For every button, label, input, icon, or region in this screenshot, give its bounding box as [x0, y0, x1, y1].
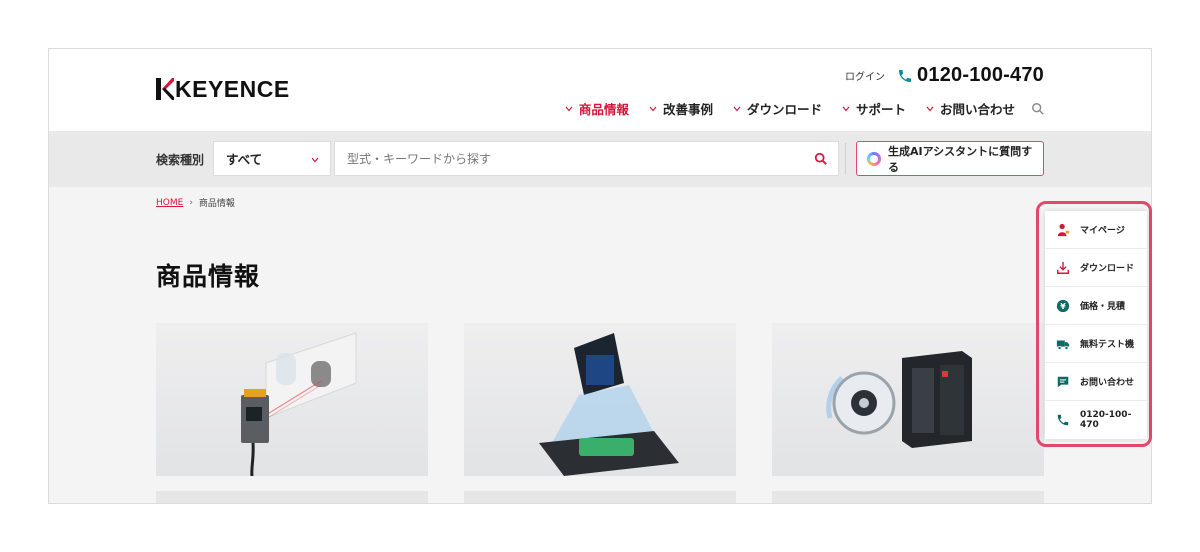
- breadcrumb-current: 商品情報: [198, 199, 235, 209]
- side-item-mypage[interactable]: マイページ: [1045, 211, 1147, 249]
- yen-icon: ¥: [1056, 299, 1070, 312]
- phone-icon: [899, 69, 912, 82]
- product-card-controller[interactable]: [772, 323, 1044, 476]
- side-item-price[interactable]: ¥ 価格・見積: [1045, 287, 1147, 325]
- chat-icon: [1057, 376, 1069, 387]
- logo-mark-icon: [156, 78, 174, 100]
- side-item-label: 0120-100-470: [1080, 410, 1132, 430]
- nav-item-label: 改善事例: [662, 102, 713, 117]
- phone-icon: [1057, 414, 1069, 426]
- chevron-down-icon: [842, 106, 850, 111]
- header-phone-number[interactable]: 0120-100-470: [917, 64, 1044, 87]
- chevron-down-icon: [565, 106, 573, 111]
- search-type-label: 検索種別: [156, 153, 205, 167]
- search-band: 検索種別 すべて 生成AIアシスタントに質問する: [49, 131, 1151, 187]
- truck-icon: [1056, 340, 1070, 350]
- nav-item-label: 商品情報: [578, 102, 629, 117]
- nav-item-download[interactable]: ダウンロード: [733, 99, 822, 118]
- page-title: 商品情報: [156, 262, 261, 291]
- product-card-sensor[interactable]: [156, 323, 428, 476]
- controller-image: [826, 351, 972, 448]
- chevron-down-icon: [649, 106, 657, 111]
- site-header: KEYENCE ログイン 0120-100-470 商品情報 改善事例 ダウンロ…: [49, 49, 1151, 131]
- nav-item-label: お問い合わせ: [939, 102, 1015, 117]
- breadcrumb: HOME › 商品情報: [156, 196, 235, 210]
- ai-assistant-button[interactable]: 生成AIアシスタントに質問する: [856, 141, 1044, 176]
- nav-item-label: サポート: [855, 102, 906, 117]
- search-field: [334, 141, 839, 176]
- nav-item-contact[interactable]: お問い合わせ: [926, 99, 1015, 118]
- side-quick-panel: マイページ ダウンロード ¥ 価格・見積 無料テスト機 お問い合わせ 0120-…: [1045, 211, 1147, 439]
- global-nav: 商品情報 改善事例 ダウンロード サポート お問い合わせ: [545, 99, 1045, 118]
- ai-assistant-label: 生成AIアシスタントに質問する: [887, 144, 1033, 174]
- side-item-label: ダウンロード: [1080, 264, 1135, 274]
- breadcrumb-home-link[interactable]: HOME: [156, 198, 183, 208]
- side-item-phone[interactable]: 0120-100-470: [1045, 401, 1147, 439]
- user-icon: [1057, 223, 1070, 236]
- header-topline: ログイン 0120-100-470: [845, 64, 1044, 87]
- product-card-vision[interactable]: [464, 323, 736, 476]
- browser-viewport: KEYENCE ログイン 0120-100-470 商品情報 改善事例 ダウンロ…: [48, 48, 1152, 504]
- nav-item-case-studies[interactable]: 改善事例: [649, 99, 713, 118]
- keyence-logo[interactable]: KEYENCE: [156, 76, 290, 102]
- search-type-value: すべて: [226, 152, 263, 167]
- nav-item-label: ダウンロード: [746, 102, 822, 117]
- sensor-image: [241, 332, 357, 476]
- nav-item-products[interactable]: 商品情報: [565, 99, 629, 118]
- ai-assistant-icon: [867, 151, 881, 166]
- side-item-label: 無料テスト機: [1080, 340, 1135, 350]
- nav-item-support[interactable]: サポート: [842, 99, 906, 118]
- side-item-free-trial[interactable]: 無料テスト機: [1045, 325, 1147, 363]
- product-card-placeholder: [772, 491, 1044, 503]
- logo-text: KEYENCE: [175, 75, 290, 102]
- product-card-placeholder: [156, 491, 428, 503]
- search-input[interactable]: [347, 151, 787, 166]
- chevron-down-icon: [733, 106, 741, 111]
- side-item-label: お問い合わせ: [1080, 378, 1135, 388]
- breadcrumb-separator: ›: [189, 197, 193, 208]
- side-item-label: マイページ: [1080, 226, 1125, 236]
- search-submit-icon[interactable]: [814, 152, 828, 166]
- side-item-contact[interactable]: お問い合わせ: [1045, 363, 1147, 401]
- chevron-down-icon: [926, 106, 934, 111]
- login-link[interactable]: ログイン: [845, 68, 885, 83]
- svg-text:¥: ¥: [1060, 302, 1066, 311]
- search-type-select[interactable]: すべて: [213, 141, 331, 176]
- side-item-download[interactable]: ダウンロード: [1045, 249, 1147, 287]
- chevron-down-icon: [311, 157, 319, 163]
- vision-sensor-image: [539, 333, 679, 476]
- download-icon: [1057, 261, 1069, 274]
- search-icon[interactable]: [1031, 102, 1045, 116]
- divider: [845, 143, 846, 174]
- product-card-placeholder: [464, 491, 736, 503]
- side-item-label: 価格・見積: [1080, 302, 1126, 312]
